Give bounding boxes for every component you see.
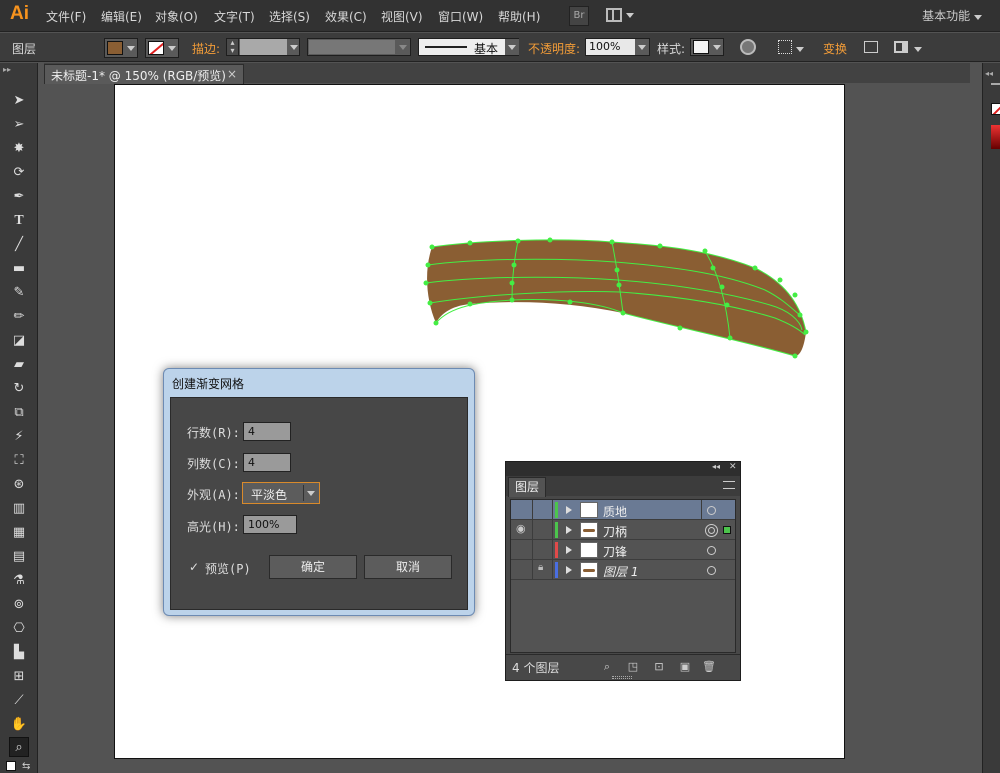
knife-handle-mesh[interactable] [0,0,1000,773]
selection-indicator[interactable] [723,526,731,534]
lock-toggle[interactable] [533,500,553,520]
collapse-icon[interactable]: ◂◂ [712,462,720,471]
create-gradient-mesh-dialog: 创建渐变网格 行数(R): 4 列数(C): 4 外观(A): 平淡色 高光(H… [163,368,475,616]
lock-icon: 🔒︎ [538,562,544,573]
make-clipping-mask-icon[interactable]: ◳ [626,660,640,674]
panel-menu-icon[interactable] [723,481,735,489]
target-icon[interactable] [705,524,718,537]
layers-tab[interactable]: 图层 [508,477,546,497]
panel-footer: 4 个图层 ⌕ ◳ ⊡ ▣ 🗑︎ [506,654,740,680]
layer-color-bar [555,522,558,538]
target-icon[interactable] [707,566,716,575]
handle-shape [427,239,806,356]
visibility-toggle[interactable]: ◉ [511,520,533,540]
resize-grip-icon[interactable] [612,676,632,679]
layer-thumbnail [580,522,598,538]
target-icon[interactable] [707,546,716,555]
target-icon[interactable] [707,506,716,515]
ok-button[interactable]: 确定 [269,555,357,579]
expand-arrow-icon[interactable] [566,546,572,554]
layer-color-bar [555,542,558,558]
dialog-title: 创建渐变网格 [172,377,245,391]
delete-icon[interactable]: 🗑︎ [702,660,716,674]
preview-checkbox[interactable]: ✓ [189,560,199,574]
expand-arrow-icon[interactable] [566,526,572,534]
layers-panel: ◂◂ ✕ 图层 质地 ◉ 刀柄 刀锋 🔒︎ 图层 1 4 个图层 ⌕ ◳ ⊡ ▣… [505,461,741,681]
expand-arrow-icon[interactable] [566,506,572,514]
layers-list: 质地 ◉ 刀柄 刀锋 🔒︎ 图层 1 [510,499,736,653]
layer-row[interactable]: 🔒︎ 图层 1 [511,560,735,580]
cancel-button[interactable]: 取消 [364,555,452,579]
new-layer-icon[interactable]: ▣ [678,660,692,674]
lock-toggle[interactable]: 🔒︎ [533,560,553,580]
new-sublayer-icon[interactable]: ⊡ [652,660,666,674]
rows-input[interactable]: 4 [243,422,291,441]
layer-row[interactable]: 刀锋 [511,540,735,560]
layer-name[interactable]: 刀柄 [603,523,627,540]
appearance-value: 平淡色 [251,488,288,502]
layer-name[interactable]: 刀锋 [603,543,627,560]
lock-toggle[interactable] [533,520,553,540]
dialog-body: 行数(R): 4 列数(C): 4 外观(A): 平淡色 高光(H): 100%… [170,397,468,610]
layer-thumbnail [580,502,598,518]
visibility-toggle[interactable] [511,500,533,520]
layer-thumbnail [580,542,598,558]
rows-label: 行数(R): [187,426,240,440]
layer-count: 4 个图层 [512,661,560,675]
appearance-label: 外观(A): [187,488,240,502]
visibility-toggle[interactable] [511,560,533,580]
appearance-select[interactable]: 平淡色 [242,482,320,504]
layer-row[interactable]: 质地 [511,500,735,520]
layer-row[interactable]: ◉ 刀柄 [511,520,735,540]
layer-color-bar [555,562,558,578]
layer-name[interactable]: 质地 [603,503,627,520]
locate-object-icon[interactable]: ⌕ [600,660,614,674]
close-icon[interactable]: ✕ [729,462,737,472]
highlight-label: 高光(H): [187,520,240,534]
columns-input[interactable]: 4 [243,453,291,472]
eye-icon: ◉ [516,522,526,535]
expand-arrow-icon[interactable] [566,566,572,574]
layer-thumbnail [580,562,598,578]
layer-name[interactable]: 图层 1 [603,563,638,580]
preview-label[interactable]: 预览(P) [205,560,251,577]
columns-label: 列数(C): [187,457,240,471]
panel-header: ◂◂ ✕ [506,462,740,476]
layer-color-bar [555,502,558,518]
highlight-input[interactable]: 100% [243,515,297,534]
visibility-toggle[interactable] [511,540,533,560]
lock-toggle[interactable] [533,540,553,560]
